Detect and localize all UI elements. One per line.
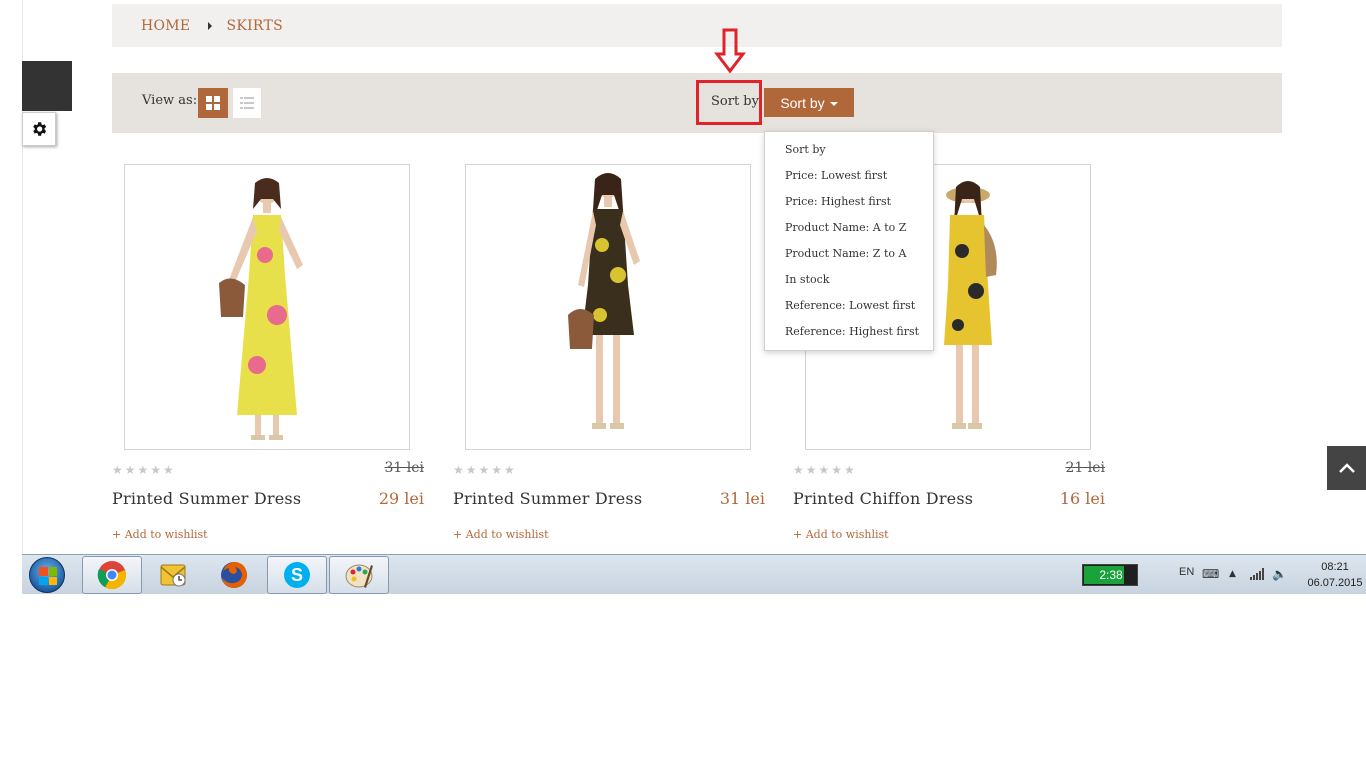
annotation-highlight-box <box>696 80 762 125</box>
language-indicator[interactable]: EN <box>1179 566 1194 578</box>
rating-stars: ★★★★★ <box>453 463 517 477</box>
chevron-up-icon <box>1338 463 1355 473</box>
battery-indicator[interactable]: 2:38 <box>1082 564 1138 586</box>
old-price: 31 lei <box>384 460 424 476</box>
system-clock[interactable]: 08:21 06.07.2015 <box>1304 559 1366 591</box>
svg-text:S: S <box>291 565 303 585</box>
rating-stars: ★★★★★ <box>112 463 176 477</box>
windows-taskbar: S 2:38 EN ⌨ ▲ 🔈 08:21 06.07.2015 <box>22 554 1366 594</box>
grid-icon <box>206 96 220 110</box>
battery-time: 2:38 <box>1099 568 1123 582</box>
keyboard-icon[interactable]: ⌨ <box>1202 567 1219 581</box>
back-to-top-button[interactable] <box>1327 446 1366 490</box>
product-name[interactable]: Printed Summer Dress <box>112 489 301 508</box>
chrome-icon <box>97 561 127 590</box>
product-image[interactable] <box>465 164 751 450</box>
product-name[interactable]: Printed Chiffon Dress <box>793 489 973 508</box>
product-price: 16 lei <box>1059 489 1105 508</box>
taskbar-app-skype[interactable]: S <box>267 556 327 594</box>
sort-option-price-lowest[interactable]: Price: Lowest first <box>765 166 933 192</box>
product-price: 29 lei <box>378 489 424 508</box>
sort-option-reference-highest[interactable]: Reference: Highest first <box>765 322 933 348</box>
list-view-button[interactable] <box>233 88 261 118</box>
grid-view-button[interactable] <box>198 88 228 118</box>
taskbar-app-outlook[interactable] <box>143 556 203 594</box>
breadcrumb-current-link[interactable]: SKIRTS <box>226 18 283 34</box>
product-card: ★★★★★ 31 lei Printed Summer Dress 29 lei… <box>112 164 424 541</box>
gear-icon <box>33 122 47 136</box>
product-image[interactable] <box>124 164 410 450</box>
rating-stars: ★★★★★ <box>793 463 857 477</box>
taskbar-app-firefox[interactable] <box>204 556 264 594</box>
taskbar-app-chrome[interactable] <box>82 556 142 594</box>
sort-by-button-label: Sort by <box>780 94 825 111</box>
windows-logo-icon <box>39 567 57 585</box>
start-button[interactable] <box>29 557 65 593</box>
paint-icon <box>345 564 373 588</box>
list-icon <box>240 97 254 109</box>
breadcrumb-home-link[interactable]: HOME <box>141 18 190 34</box>
settings-button[interactable] <box>22 112 56 146</box>
breadcrumb-separator-icon <box>208 21 213 30</box>
model-figure-icon <box>219 178 303 440</box>
signal-icon[interactable] <box>1250 568 1266 580</box>
product-card: ★★★★★ Printed Summer Dress 31 lei + Add … <box>453 164 765 541</box>
breadcrumb: HOME SKIRTS <box>112 4 1282 47</box>
firefox-icon <box>221 562 247 588</box>
annotation-down-arrow-icon <box>714 28 746 74</box>
clock-date: 06.07.2015 <box>1307 577 1363 589</box>
product-price: 31 lei <box>719 489 765 508</box>
show-hidden-icons-icon[interactable]: ▲ <box>1229 569 1236 579</box>
sort-by-dropdown-menu: Sort by Price: Lowest first Price: Highe… <box>764 131 934 351</box>
clock-time: 08:21 <box>1321 561 1349 573</box>
page: HOME SKIRTS View as: Sort by Sort by ★★★… <box>0 0 1366 768</box>
old-price: 21 lei <box>1065 460 1105 476</box>
product-name[interactable]: Printed Summer Dress <box>453 489 642 508</box>
sort-option-in-stock[interactable]: In stock <box>765 270 933 296</box>
outlook-icon <box>160 564 186 587</box>
volume-icon[interactable]: 🔈 <box>1272 567 1287 581</box>
add-to-wishlist-link[interactable]: + Add to wishlist <box>453 528 549 541</box>
view-as-label: View as: <box>142 93 198 108</box>
skype-icon: S <box>284 562 310 588</box>
side-panel-toggle[interactable] <box>22 61 72 111</box>
sort-option-name-a-z[interactable]: Product Name: A to Z <box>765 218 933 244</box>
model-figure-icon <box>568 173 640 429</box>
add-to-wishlist-link[interactable]: + Add to wishlist <box>112 528 208 541</box>
caret-down-icon <box>829 101 838 106</box>
sort-option-name-z-a[interactable]: Product Name: Z to A <box>765 244 933 270</box>
taskbar-app-paint[interactable] <box>329 556 389 594</box>
sort-option-reference-lowest[interactable]: Reference: Lowest first <box>765 296 933 322</box>
add-to-wishlist-link[interactable]: + Add to wishlist <box>793 528 889 541</box>
sort-option-default[interactable]: Sort by <box>765 140 933 166</box>
sort-option-price-highest[interactable]: Price: Highest first <box>765 192 933 218</box>
sort-by-dropdown-button[interactable]: Sort by <box>764 88 854 117</box>
